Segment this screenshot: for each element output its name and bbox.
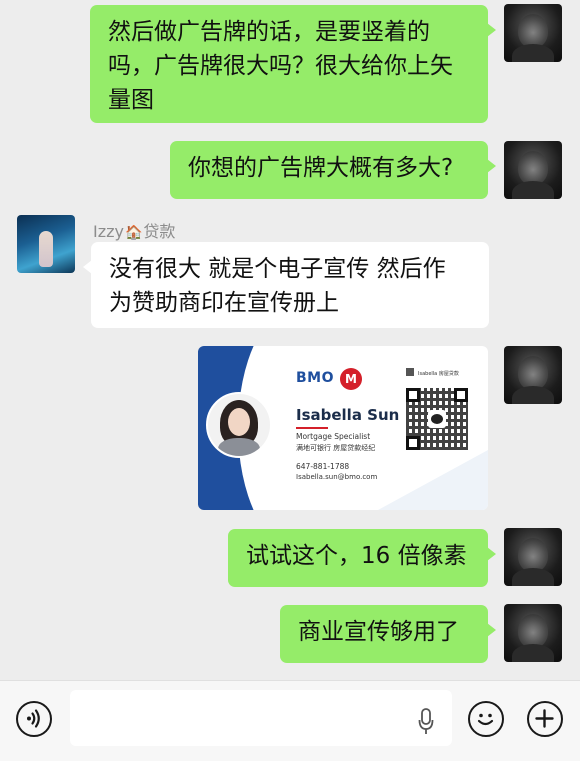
message-text: 你想的广告牌大概有多大? bbox=[188, 155, 454, 181]
my-avatar[interactable] bbox=[504, 528, 562, 586]
card-phone: 647-881-1788 bbox=[296, 462, 350, 471]
emoji-button[interactable] bbox=[468, 701, 504, 737]
contact-avatar[interactable] bbox=[17, 215, 75, 273]
message-text: 商业宣传够用了 bbox=[298, 619, 459, 645]
bmo-logo-text: BMO bbox=[296, 370, 335, 386]
message-bubble-incoming[interactable]: 没有很大 就是个电子宣传 然后作 为赞助商印在宣传册上 bbox=[83, 242, 489, 328]
wechat-small-icon bbox=[406, 368, 414, 376]
emoji-icon bbox=[477, 713, 494, 726]
my-avatar[interactable] bbox=[504, 141, 562, 199]
wechat-logo-icon bbox=[428, 410, 446, 428]
my-avatar[interactable] bbox=[504, 604, 562, 662]
sender-name-text: Izzy bbox=[93, 222, 124, 241]
message-line: 为赞助商印在宣传册上 bbox=[109, 290, 339, 316]
my-avatar[interactable] bbox=[504, 4, 562, 62]
qr-corner bbox=[454, 388, 468, 402]
card-email: Isabella.sun@bmo.com bbox=[296, 473, 378, 481]
bmo-roundel-icon: M bbox=[340, 368, 362, 390]
business-card-image[interactable]: BMO M Isabella Sun Mortgage Specialist 满… bbox=[198, 346, 488, 510]
message-line: 量图 bbox=[108, 87, 154, 113]
card-job-title-cn: 满地可银行 房屋贷款经纪 bbox=[296, 444, 376, 452]
card-decoration bbox=[378, 450, 488, 510]
house-icon: 🏠 bbox=[124, 225, 143, 241]
sender-name: Izzy🏠贷款 bbox=[93, 218, 175, 242]
message-input[interactable] bbox=[70, 690, 452, 746]
card-divider bbox=[296, 427, 328, 429]
card-portrait-photo bbox=[206, 392, 272, 458]
card-job-title: Mortgage Specialist bbox=[296, 432, 371, 441]
card-person-name: Isabella Sun bbox=[296, 406, 400, 424]
message-line: 然后做广告牌的话，是要竖着的 bbox=[108, 19, 430, 45]
message-bubble-outgoing[interactable]: 试试这个，16 倍像素 bbox=[228, 529, 496, 587]
chat-area[interactable]: 然后做广告牌的话，是要竖着的 吗，广告牌很大吗？很大给你上矢 量图 你想的广告牌… bbox=[0, 0, 580, 680]
qr-label: Isabella 房屋贷款 bbox=[418, 371, 459, 377]
my-avatar[interactable] bbox=[504, 346, 562, 404]
sender-name-suffix: 贷款 bbox=[143, 222, 176, 241]
message-text: 试试这个，16 倍像素 bbox=[246, 543, 467, 569]
voice-icon bbox=[27, 709, 40, 728]
qr-corner bbox=[406, 436, 420, 450]
plus-icon bbox=[535, 709, 554, 728]
voice-button[interactable] bbox=[16, 701, 52, 737]
qr-corner bbox=[406, 388, 420, 402]
message-bubble-outgoing[interactable]: 你想的广告牌大概有多大? bbox=[170, 141, 496, 199]
message-bubble-outgoing[interactable]: 然后做广告牌的话，是要竖着的 吗，广告牌很大吗？很大给你上矢 量图 bbox=[90, 5, 496, 123]
mic-icon[interactable] bbox=[418, 708, 434, 736]
message-line: 没有很大 就是个电子宣传 然后作 bbox=[109, 256, 446, 282]
message-line: 吗，广告牌很大吗？很大给你上矢 bbox=[108, 53, 453, 79]
plus-button[interactable] bbox=[527, 701, 563, 737]
message-bubble-outgoing[interactable]: 商业宣传够用了 bbox=[280, 605, 496, 663]
